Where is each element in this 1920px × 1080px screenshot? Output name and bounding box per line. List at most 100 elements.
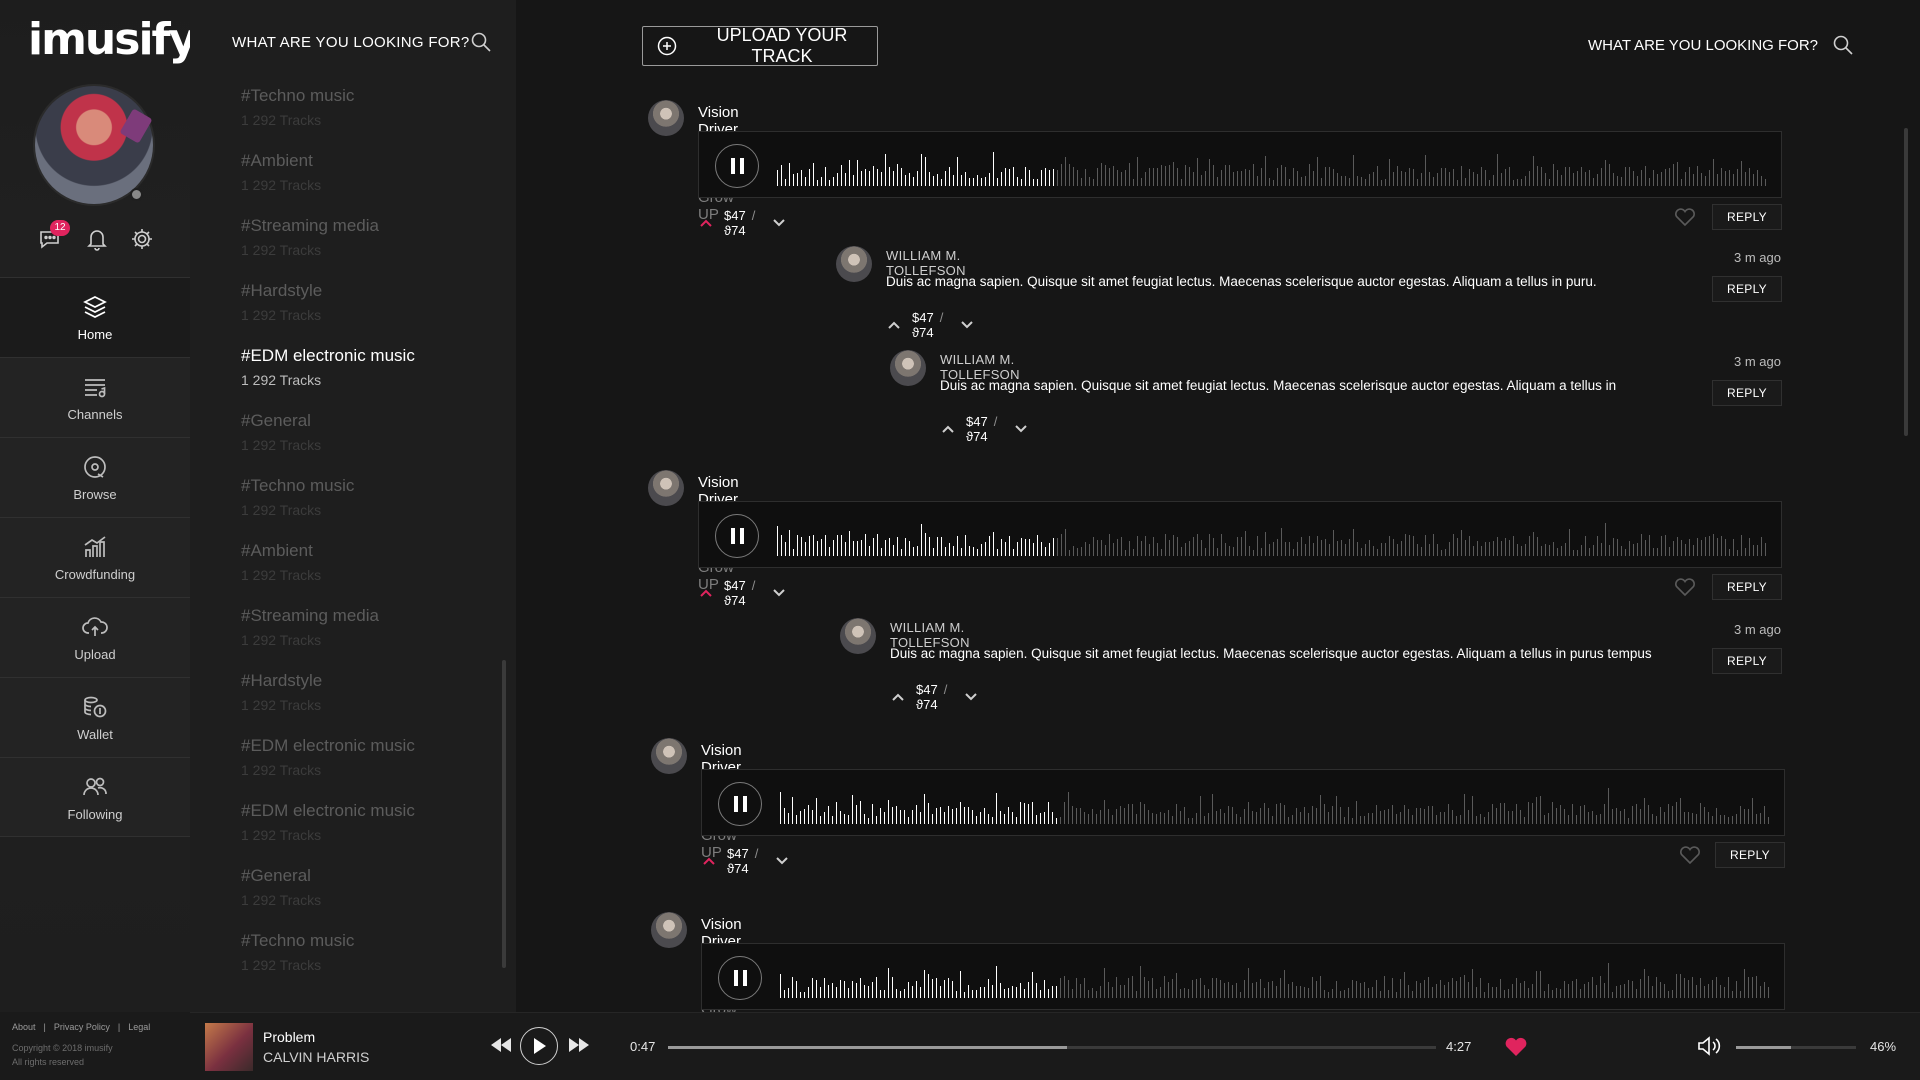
waveform-bar xyxy=(1693,545,1694,556)
global-search[interactable]: WHAT ARE YOU LOOKING FOR? xyxy=(1588,34,1854,56)
track-title[interactable]: Problem xyxy=(263,1029,315,1045)
waveform-bar xyxy=(816,979,817,998)
menu-label: Browse xyxy=(73,487,117,502)
reply-button[interactable]: REPLY xyxy=(1715,842,1785,868)
tag-item[interactable]: #Hardstyle 1 292 Tracks xyxy=(241,671,481,736)
tag-scrollbar[interactable] xyxy=(502,660,506,968)
legal-link[interactable]: Legal xyxy=(128,1022,150,1032)
post-author-avatar[interactable] xyxy=(648,470,684,506)
tag-item[interactable]: #Techno music 1 292 Tracks xyxy=(241,476,481,541)
waveform[interactable] xyxy=(777,516,1767,556)
pause-button[interactable] xyxy=(715,144,759,188)
waveform[interactable] xyxy=(780,958,1770,998)
chevron-down-icon[interactable] xyxy=(1013,421,1029,437)
menu-item-crowdfunding[interactable]: Crowdfunding xyxy=(0,517,190,597)
waveform[interactable] xyxy=(780,784,1770,824)
tag-item[interactable]: #Ambient 1 292 Tracks xyxy=(241,151,481,216)
tag-search[interactable]: WHAT ARE YOU LOOKING FOR? xyxy=(232,32,491,52)
menu-item-browse[interactable]: Browse xyxy=(0,437,190,517)
search-icon[interactable] xyxy=(1832,34,1854,56)
waveform-bar xyxy=(1413,169,1414,186)
reply-button[interactable]: REPLY xyxy=(1712,204,1782,230)
chevron-down-icon[interactable] xyxy=(771,585,787,601)
chevron-down-icon[interactable] xyxy=(774,853,790,869)
track-artist[interactable]: CALVIN HARRIS xyxy=(263,1049,369,1065)
menu-item-following[interactable]: Following xyxy=(0,757,190,837)
tag-item[interactable]: #General 1 292 Tracks xyxy=(241,866,481,931)
comment-author-avatar[interactable] xyxy=(840,618,876,654)
waveform-bar xyxy=(781,165,782,186)
tag-item[interactable]: #Techno music 1 292 Tracks xyxy=(241,931,481,996)
waveform-bar xyxy=(1028,804,1029,824)
comment-author-avatar[interactable] xyxy=(836,246,872,282)
bell-icon[interactable] xyxy=(84,226,110,252)
pause-button[interactable] xyxy=(718,782,762,826)
post-author-avatar[interactable] xyxy=(648,100,684,136)
reply-button[interactable]: REPLY xyxy=(1712,380,1782,406)
vote-amount: $47 / ϑ74 xyxy=(912,310,949,340)
comment-author-avatar[interactable] xyxy=(890,350,926,386)
waveform[interactable] xyxy=(777,146,1767,186)
tag-item[interactable]: #General 1 292 Tracks xyxy=(241,411,481,476)
reply-button[interactable]: REPLY xyxy=(1712,276,1782,302)
pause-button[interactable] xyxy=(718,956,762,1000)
tag-item[interactable]: #Hardstyle 1 292 Tracks xyxy=(241,281,481,346)
downvote-value: ϑ74 xyxy=(724,593,746,608)
tag-item[interactable]: #EDM electronic music 1 292 Tracks xyxy=(241,346,481,411)
chevron-up-icon[interactable] xyxy=(890,689,906,705)
heart-outline-icon[interactable] xyxy=(1674,206,1696,228)
chevron-up-icon[interactable] xyxy=(701,853,717,869)
post-author-avatar[interactable] xyxy=(651,738,687,774)
chevron-up-icon[interactable] xyxy=(886,317,902,333)
progress-bar[interactable] xyxy=(668,1046,1436,1049)
tag-item[interactable]: #Streaming media 1 292 Tracks xyxy=(241,606,481,671)
reply-button[interactable]: REPLY xyxy=(1712,648,1782,674)
tag-item[interactable]: #EDM electronic music 1 292 Tracks xyxy=(241,736,481,801)
privacy-link[interactable]: Privacy Policy xyxy=(54,1022,110,1032)
waveform-bar xyxy=(1704,985,1705,998)
chevron-down-icon[interactable] xyxy=(963,689,979,705)
waveform-bar xyxy=(1608,962,1609,998)
app-logo[interactable]: imusify xyxy=(28,14,197,65)
chevron-up-icon[interactable] xyxy=(698,585,714,601)
tag-item[interactable]: #Techno music 1 292 Tracks xyxy=(241,86,481,151)
reply-button[interactable]: REPLY xyxy=(1712,574,1782,600)
fast-forward-icon[interactable] xyxy=(568,1038,590,1057)
waveform-bar xyxy=(1708,983,1709,998)
volume-icon[interactable] xyxy=(1696,1035,1722,1057)
volume-slider[interactable] xyxy=(1736,1046,1856,1049)
menu-item-wallet[interactable]: Wallet xyxy=(0,677,190,757)
search-icon[interactable] xyxy=(470,31,492,53)
feed-scrollbar[interactable] xyxy=(1904,128,1908,436)
upload-track-button[interactable]: UPLOAD YOUR TRACK xyxy=(642,25,878,66)
post-author-avatar[interactable] xyxy=(651,912,687,948)
chevron-up-icon[interactable] xyxy=(940,421,956,437)
gear-icon[interactable] xyxy=(129,226,155,252)
waveform-bar xyxy=(1412,814,1413,824)
rewind-icon[interactable] xyxy=(490,1038,512,1057)
chevron-down-icon[interactable] xyxy=(959,317,975,333)
play-button[interactable] xyxy=(520,1027,558,1065)
waveform-bar xyxy=(1128,803,1129,824)
waveform-bar xyxy=(1056,985,1057,998)
track-cover[interactable] xyxy=(205,1023,253,1071)
tag-item[interactable]: #EDM electronic music 1 292 Tracks xyxy=(241,801,481,866)
waveform-bar xyxy=(1172,978,1173,998)
chevron-down-icon[interactable] xyxy=(771,215,787,231)
menu-item-upload[interactable]: Upload xyxy=(0,597,190,677)
pause-button[interactable] xyxy=(715,514,759,558)
chevron-up-icon[interactable] xyxy=(698,215,714,231)
heart-icon[interactable] xyxy=(1504,1035,1528,1057)
heart-outline-icon[interactable] xyxy=(1674,576,1696,598)
messages-icon[interactable]: 12 xyxy=(38,220,70,252)
waveform-bar xyxy=(1453,534,1454,556)
waveform-bar xyxy=(956,807,957,824)
user-avatar[interactable] xyxy=(35,86,153,204)
waveform-bar xyxy=(865,169,866,186)
tag-item[interactable]: #Streaming media 1 292 Tracks xyxy=(241,216,481,281)
menu-item-home[interactable]: Home xyxy=(0,277,190,357)
tag-item[interactable]: #Ambient 1 292 Tracks xyxy=(241,541,481,606)
heart-outline-icon[interactable] xyxy=(1679,844,1701,866)
menu-item-channels[interactable]: Channels xyxy=(0,357,190,437)
about-link[interactable]: About xyxy=(12,1022,36,1032)
